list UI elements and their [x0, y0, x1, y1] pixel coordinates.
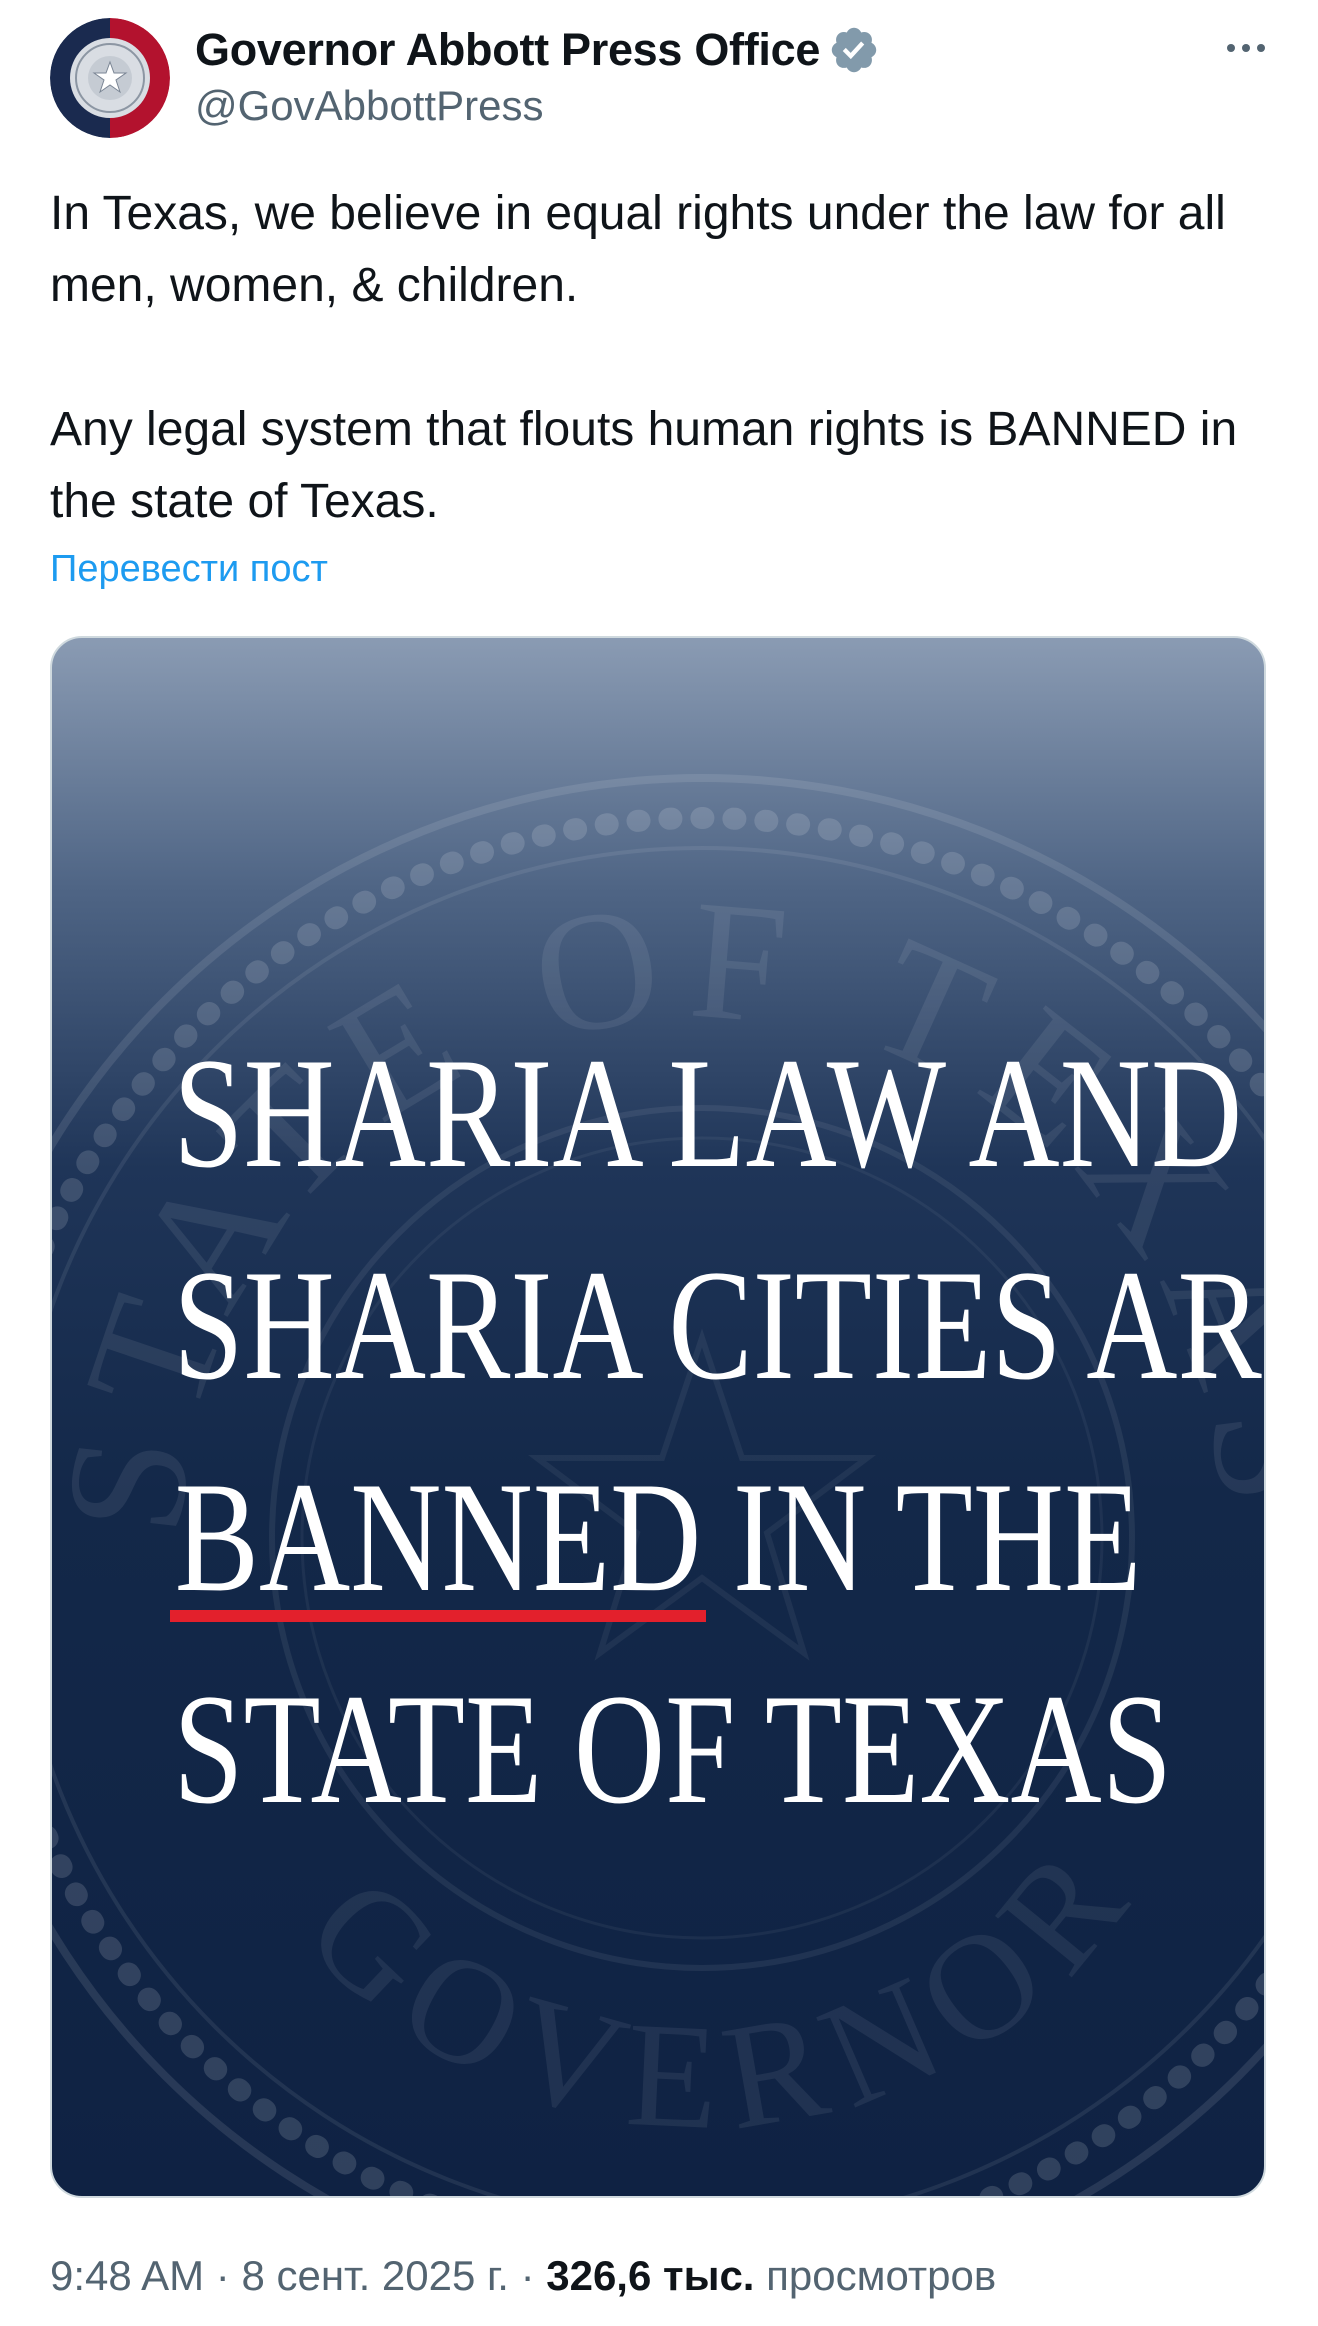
tweet-paragraph-1: In Texas, we believe in equal rights und…	[50, 187, 1226, 312]
views-count[interactable]: 326,6 тыс.	[546, 2252, 754, 2299]
tweet-time[interactable]: 9:48 AM	[50, 2252, 204, 2299]
tweet-paragraph-2: Any legal system that flouts human right…	[50, 403, 1238, 528]
verified-badge-icon	[828, 24, 880, 76]
headline-banned-underlined: BANNED	[169, 1432, 707, 1644]
headline-line-2: SHARIA CITIES ARE	[173, 1238, 1266, 1413]
display-name[interactable]: Governor Abbott Press Office	[195, 24, 820, 76]
translate-post-link[interactable]: Перевести пост	[50, 548, 328, 591]
headline-line-3: BANNED IN THE	[169, 1432, 1143, 1644]
more-options-icon[interactable]	[1216, 28, 1276, 68]
tweet-text: In Texas, we believe in equal rights und…	[50, 178, 1280, 538]
views-label: просмотров	[754, 2252, 997, 2299]
headline-line-4: STATE OF TEXAS	[173, 1662, 1173, 1837]
tweet-header: Governor Abbott Press Office @GovAbbottP…	[0, 0, 1318, 150]
svg-text:GOVERNOR: GOVERNOR	[277, 1806, 1169, 2162]
seal-bottom-text: GOVERNOR	[277, 1806, 1151, 2162]
tweet-meta: 9:48 AM · 8 сент. 2025 г. · 326,6 тыс. п…	[50, 2252, 996, 2300]
headline-line-3-rest: IN THE	[701, 1450, 1142, 1625]
dot	[1257, 44, 1265, 52]
account-handle[interactable]: @GovAbbottPress	[195, 82, 543, 130]
name-row: Governor Abbott Press Office	[195, 20, 880, 80]
dot	[1242, 44, 1250, 52]
avatar[interactable]	[50, 18, 170, 138]
tweet-image[interactable]: STATE OF TEXAS GOVERNOR SHARIA LAW AND S…	[50, 636, 1266, 2198]
separator: ·	[508, 2252, 547, 2299]
separator: ·	[204, 2252, 242, 2299]
tweet-date[interactable]: 8 сент. 2025 г.	[241, 2252, 508, 2299]
headline-line-1: SHARIA LAW AND	[173, 1026, 1243, 1201]
dot	[1227, 44, 1235, 52]
image-headline: SHARIA LAW AND SHARIA CITIES ARE BANNED …	[169, 1008, 1266, 1856]
